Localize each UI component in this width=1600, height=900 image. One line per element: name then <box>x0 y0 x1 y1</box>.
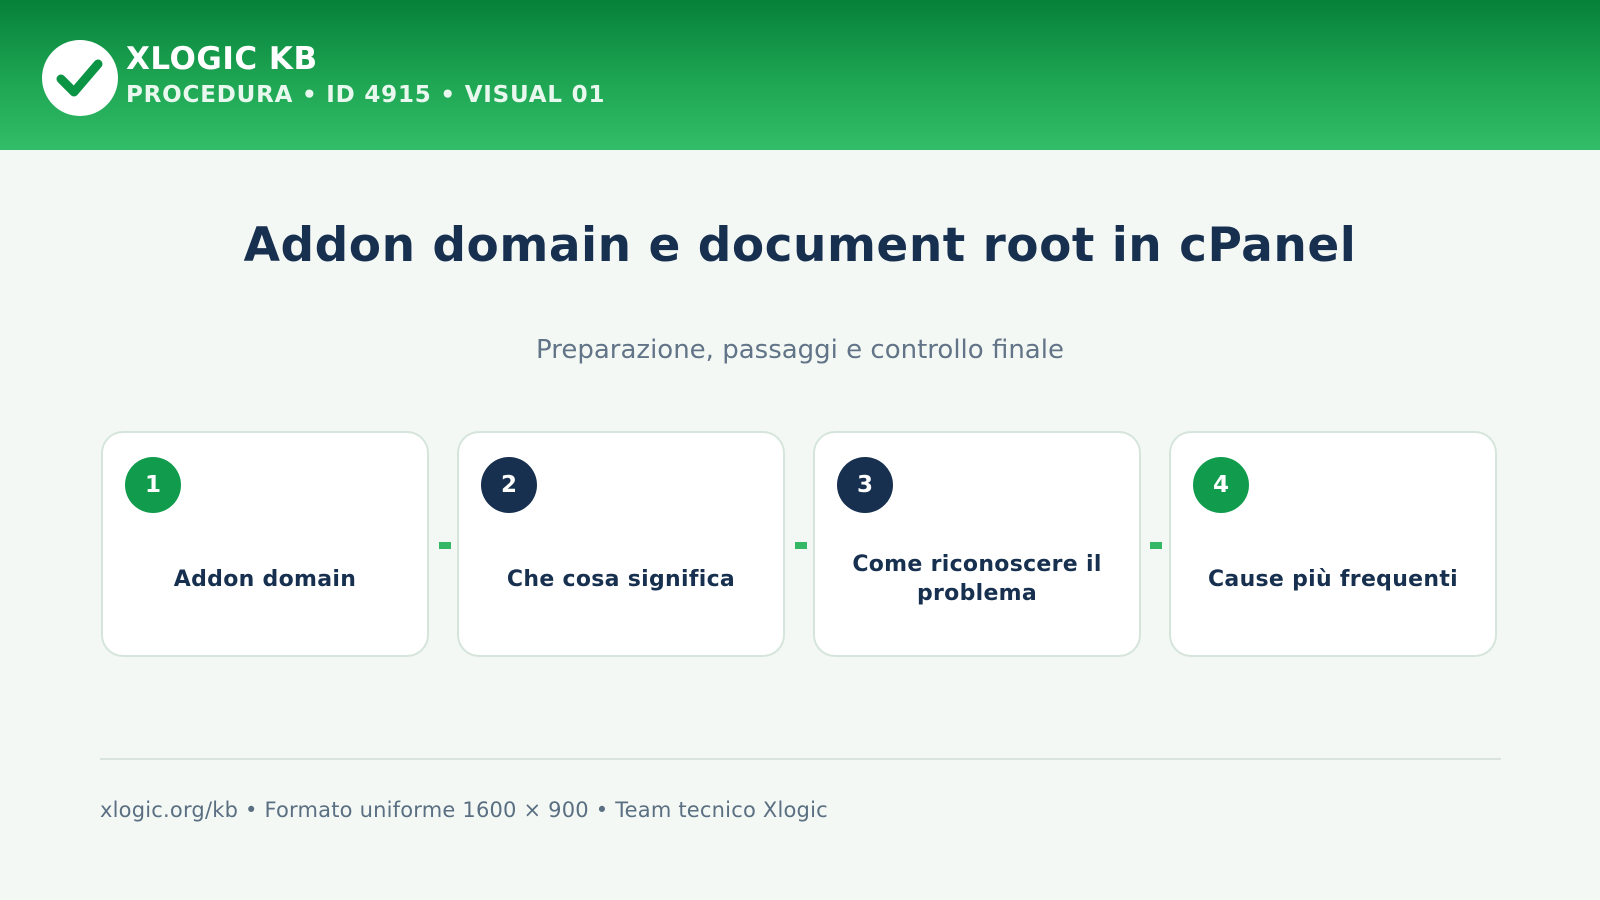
step-card-2: 2 Che cosa significa <box>457 431 785 657</box>
step-label: Cause più frequenti <box>1207 566 1459 592</box>
step-label: Che cosa significa <box>506 566 736 592</box>
footer-text: xlogic.org/kb • Formato uniforme 1600 × … <box>100 798 828 822</box>
checkmark-icon <box>56 59 103 97</box>
step-label: Come riconoscere il problema <box>852 552 1102 606</box>
brand-name: XLOGIC KB <box>126 41 318 77</box>
step-card-3: 3 Come riconoscere il problema <box>813 431 1141 657</box>
step-number-badge: 2 <box>481 457 537 513</box>
step-number-badge: 4 <box>1193 457 1249 513</box>
step-card-1: 1 Addon domain <box>101 431 429 657</box>
header-banner: XLOGIC KB PROCEDURA • ID 4915 • VISUAL 0… <box>0 0 1600 150</box>
logo-badge <box>42 40 118 116</box>
brand-subtitle: PROCEDURA • ID 4915 • VISUAL 01 <box>126 82 606 108</box>
step-connector <box>1150 542 1162 549</box>
page-subtitle: Preparazione, passaggi e controllo final… <box>536 335 1064 365</box>
step-number-badge: 3 <box>837 457 893 513</box>
step-label: Addon domain <box>173 566 357 592</box>
page-title: Addon domain e document root in cPanel <box>243 218 1357 273</box>
step-card-4: 4 Cause più frequenti <box>1169 431 1497 657</box>
step-connector <box>795 542 807 549</box>
footer-divider <box>100 758 1501 760</box>
step-connector <box>439 542 451 549</box>
step-number-badge: 1 <box>125 457 181 513</box>
